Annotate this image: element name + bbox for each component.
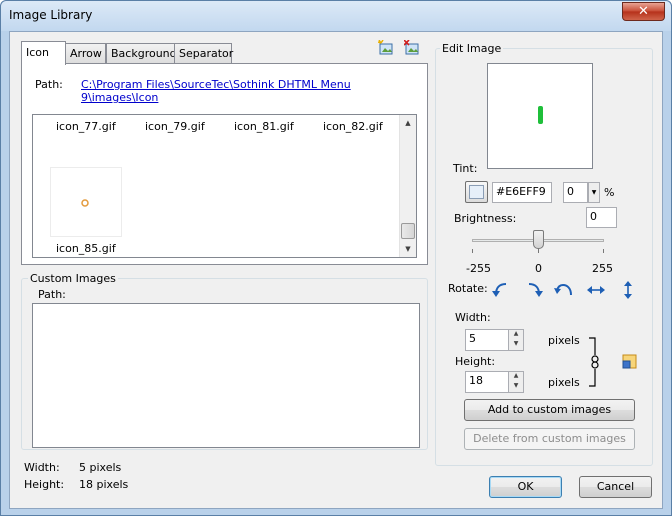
rotate-left-icon[interactable] xyxy=(491,280,511,300)
edit-image-label: Edit Image xyxy=(440,42,504,55)
tint-color-button[interactable] xyxy=(465,181,488,203)
preview-image xyxy=(538,106,543,124)
spin-up-icon[interactable]: ▲ xyxy=(509,372,523,382)
edit-height-label: Height: xyxy=(455,355,496,368)
list-item-label[interactable]: icon_77.gif xyxy=(56,120,116,133)
title-bar: Image Library ✕ xyxy=(1,1,671,31)
cancel-button[interactable]: Cancel xyxy=(579,476,652,498)
info-width-value: 5 pixels xyxy=(79,461,122,474)
slider-tick xyxy=(538,249,539,253)
slider-mid-label: 0 xyxy=(535,262,542,275)
dialog-client: Icon Arrow Background Separator Path: C:… xyxy=(9,31,663,509)
icon-tab-panel: Path: C:\Program Files\SourceTec\Sothink… xyxy=(21,63,428,265)
tab-arrow[interactable]: Arrow xyxy=(65,43,106,64)
list-item-label[interactable]: icon_82.gif xyxy=(323,120,383,133)
scroll-down-icon[interactable]: ▼ xyxy=(400,241,416,257)
icon-thumbnail[interactable] xyxy=(50,167,122,237)
height-stepper[interactable]: ▲ ▼ xyxy=(508,371,524,393)
aspect-ratio-icon[interactable] xyxy=(622,354,638,370)
delete-from-custom-button[interactable]: Delete from custom images xyxy=(464,428,635,450)
custom-images-list[interactable] xyxy=(32,303,420,448)
list-item-label[interactable]: icon_85.gif xyxy=(56,242,116,255)
info-height-value: 18 pixels xyxy=(79,478,129,491)
spin-down-icon[interactable]: ▼ xyxy=(509,382,523,392)
brightness-label: Brightness: xyxy=(454,212,517,225)
custom-images-group: Custom Images Path: xyxy=(21,272,428,450)
spin-up-icon[interactable]: ▲ xyxy=(509,330,523,340)
brightness-slider-ticks xyxy=(472,249,604,253)
delete-image-icon[interactable] xyxy=(404,40,420,56)
rotate-180-icon[interactable] xyxy=(554,280,574,300)
spin-down-icon[interactable]: ▼ xyxy=(509,340,523,350)
custom-images-label: Custom Images xyxy=(28,272,118,285)
slider-min-label: -255 xyxy=(466,262,491,275)
rotate-right-icon[interactable] xyxy=(524,280,544,300)
icon-list-scrollbar[interactable]: ▲ ▼ xyxy=(399,115,416,257)
dialog-window: Image Library ✕ Icon Arrow Background Se… xyxy=(0,0,672,516)
tab-background[interactable]: Background xyxy=(106,43,177,64)
window-title: Image Library xyxy=(9,8,93,22)
height-field[interactable]: 18 xyxy=(465,371,509,393)
flip-vertical-icon[interactable] xyxy=(618,280,638,300)
icon-list[interactable]: icon_77.gif icon_79.gif icon_81.gif icon… xyxy=(32,114,417,258)
close-button[interactable]: ✕ xyxy=(622,2,665,21)
tab-icon[interactable]: Icon xyxy=(21,41,66,65)
slider-tick xyxy=(472,249,473,253)
custom-path-label: Path: xyxy=(38,288,66,301)
width-field[interactable]: 5 xyxy=(465,329,509,351)
rotate-label: Rotate: xyxy=(448,282,488,295)
ok-button[interactable]: OK xyxy=(489,476,562,498)
tint-label: Tint: xyxy=(453,162,478,175)
percent-sign: % xyxy=(604,186,615,199)
tint-color-field[interactable]: #E6EFF9 xyxy=(492,182,552,203)
flip-horizontal-icon[interactable] xyxy=(586,280,606,300)
brightness-slider-thumb[interactable] xyxy=(532,230,544,249)
scroll-thumb[interactable] xyxy=(401,223,415,239)
path-label: Path: xyxy=(35,78,63,91)
aspect-lock-bracket-icon xyxy=(589,337,599,387)
list-item-label[interactable]: icon_81.gif xyxy=(234,120,294,133)
scroll-up-icon[interactable]: ▲ xyxy=(400,115,416,131)
info-width-label: Width: xyxy=(24,461,60,474)
ring-icon xyxy=(81,199,89,207)
add-image-icon[interactable] xyxy=(378,40,394,56)
brightness-field[interactable]: 0 xyxy=(586,207,617,228)
tint-swatch xyxy=(469,185,484,199)
add-to-custom-button[interactable]: Add to custom images xyxy=(464,399,635,421)
tab-separator[interactable]: Separator xyxy=(174,43,233,64)
tint-dropdown-icon[interactable]: ▼ xyxy=(588,182,600,203)
path-link[interactable]: C:\Program Files\SourceTec\Sothink DHTML… xyxy=(81,78,427,104)
width-unit-label: pixels xyxy=(548,334,580,347)
info-height-label: Height: xyxy=(24,478,65,491)
list-item-label[interactable]: icon_79.gif xyxy=(145,120,205,133)
slider-tick xyxy=(603,249,604,253)
height-unit-label: pixels xyxy=(548,376,580,389)
tint-percent-field[interactable]: 0 xyxy=(563,182,588,203)
edit-width-label: Width: xyxy=(455,311,491,324)
width-stepper[interactable]: ▲ ▼ xyxy=(508,329,524,351)
edit-image-group: Edit Image Tint: #E6EFF9 0 ▼ % Brightnes… xyxy=(435,42,653,466)
slider-max-label: 255 xyxy=(592,262,613,275)
image-preview xyxy=(487,63,593,169)
